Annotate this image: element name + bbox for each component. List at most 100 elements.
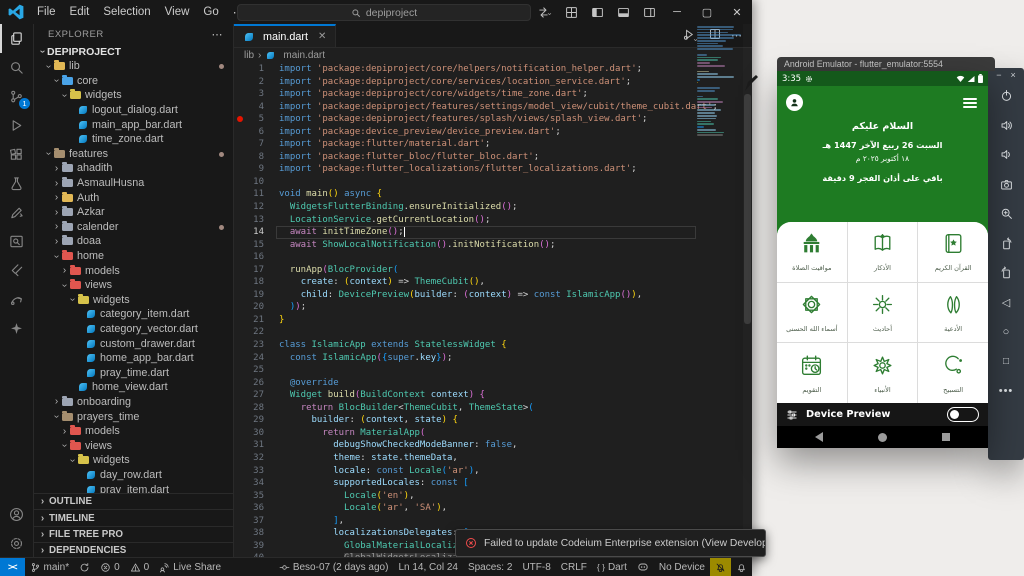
tree-folder[interactable]: ›home — [34, 249, 233, 264]
tab-close-icon[interactable]: ✕ — [318, 31, 326, 42]
tree-folder[interactable]: ›models — [34, 263, 233, 278]
tree-folder[interactable]: ›features — [34, 147, 233, 162]
activity-swoosh-icon[interactable] — [0, 285, 33, 314]
tree-folder[interactable]: ›AsmaulHusna — [34, 176, 233, 191]
activity-testing-icon[interactable] — [0, 169, 33, 198]
editor-scrollbar[interactable] — [743, 24, 752, 558]
statusbar-warn[interactable]: 0 — [125, 558, 155, 576]
statusbar-error[interactable]: 0 — [95, 558, 125, 576]
tree-folder[interactable]: ›widgets — [34, 293, 233, 308]
tree-file[interactable]: time_zone.dart — [34, 132, 233, 147]
code-line[interactable]: 8import 'package:flutter_bloc/flutter_bl… — [234, 151, 752, 164]
code-line[interactable]: 24 const IslamicApp({super.key}); — [234, 352, 752, 365]
activity-account-icon[interactable] — [0, 500, 33, 529]
section-file-tree-pro[interactable]: ›FILE TREE PRO — [34, 526, 233, 542]
panel-zoom-in-icon[interactable] — [1000, 199, 1013, 229]
window-minimize-button[interactable]: ─ — [662, 0, 692, 24]
emulator-window-title[interactable]: Android Emulator - flutter_emulator:5554 — [777, 57, 995, 71]
category-book[interactable]: الأذكار — [848, 222, 918, 282]
avatar[interactable] — [786, 94, 803, 111]
code-line[interactable]: 14 await initTimeZone(); — [234, 226, 752, 239]
section-outline[interactable]: ›OUTLINE — [34, 493, 233, 509]
code-editor[interactable]: 1import 'package:depiproject/core/helper… — [234, 63, 752, 558]
activity-search-icon[interactable] — [0, 53, 33, 82]
device-preview-toggle[interactable] — [947, 407, 979, 422]
statusbar-codeium-off[interactable] — [710, 558, 731, 576]
tree-folder[interactable]: ›ahadith — [34, 161, 233, 176]
breadcrumb[interactable]: lib› main.dart — [234, 47, 752, 63]
tree-file[interactable]: home_view.dart — [34, 380, 233, 395]
toggle-secondary-sidebar-icon[interactable] — [636, 0, 662, 24]
menu-view[interactable]: View — [158, 6, 197, 18]
statusbar-commit[interactable]: Beso-07 (2 days ago) — [274, 558, 394, 576]
panel-overview-icon[interactable]: □ — [1003, 347, 1009, 377]
toggle-sidebar-icon[interactable] — [584, 0, 610, 24]
statusbar-utf-8[interactable]: UTF-8 — [517, 558, 555, 576]
tree-folder[interactable]: ›doaa — [34, 234, 233, 249]
statusbar-spaces-2[interactable]: Spaces: 2 — [463, 558, 517, 576]
statusbar-copilot[interactable] — [632, 558, 654, 576]
code-line[interactable]: 35 Locale('en'), — [234, 490, 752, 503]
code-line[interactable]: 27 Widget build(BuildContext context) { — [234, 389, 752, 402]
code-line[interactable]: 29 builder: (context, state) { — [234, 414, 752, 427]
tree-folder[interactable]: ›views — [34, 438, 233, 453]
code-line[interactable]: 20 )); — [234, 301, 752, 314]
statusbar-no-device[interactable]: No Device — [654, 558, 710, 576]
code-line[interactable]: 30 return MaterialApp( — [234, 427, 752, 440]
category-mosque[interactable]: مواقيت الصلاة — [777, 222, 847, 282]
activity-search-panel-icon[interactable] — [0, 227, 33, 256]
activity-run-debug-icon[interactable] — [0, 111, 33, 140]
code-line[interactable]: 7import 'package:flutter/material.dart'; — [234, 138, 752, 151]
category-tasbih[interactable]: التسبيح — [918, 343, 988, 403]
tree-file[interactable]: main_app_bar.dart — [34, 117, 233, 132]
tree-file[interactable]: category_vector.dart — [34, 322, 233, 337]
remote-indicator[interactable]: >< — [0, 558, 25, 576]
statusbar-ln-14-col-24[interactable]: Ln 14, Col 24 — [393, 558, 463, 576]
explorer-more-icon[interactable]: ⋯ — [212, 28, 224, 41]
code-line[interactable]: 6import 'package:device_preview/device_p… — [234, 126, 752, 139]
activity-settings-icon[interactable] — [0, 529, 33, 558]
panel-vol-up-icon[interactable] — [1000, 111, 1013, 141]
activity-source-control-icon[interactable]: 1 — [0, 82, 33, 111]
open-changes-icon[interactable]: ⌄ — [532, 0, 558, 24]
panel-rotate-left-icon[interactable] — [1000, 229, 1013, 259]
code-line[interactable]: 4import 'package:depiproject/features/se… — [234, 101, 752, 114]
menu-edit[interactable]: Edit — [63, 6, 97, 18]
category-hands[interactable]: الأدعية — [918, 283, 988, 343]
code-line[interactable]: 37 ], — [234, 515, 752, 528]
tree-file[interactable]: day_row.dart — [34, 468, 233, 483]
panel-rotate-right-icon[interactable] — [1000, 258, 1013, 288]
code-line[interactable]: 22 — [234, 326, 752, 339]
code-line[interactable]: 13 LocationService.getCurrentLocation(); — [234, 214, 752, 227]
menu-hamburger-icon[interactable] — [963, 98, 977, 111]
category-star8[interactable]: الأنبياء — [848, 343, 918, 403]
layout-grid-icon[interactable] — [558, 0, 584, 24]
code-line[interactable]: 31 debugShowCheckedModeBanner: false, — [234, 439, 752, 452]
statusbar-liveshare[interactable]: Live Share — [154, 558, 226, 576]
panel-vol-down-icon[interactable] — [1000, 140, 1013, 170]
panel-home-icon[interactable]: ○ — [1003, 317, 1010, 347]
statusbar-crlf[interactable]: CRLF — [556, 558, 592, 576]
tree-folder[interactable]: ›onboarding — [34, 395, 233, 410]
nav-home-button[interactable] — [878, 433, 887, 442]
activity-extensions-icon[interactable] — [0, 140, 33, 169]
tree-file[interactable]: pray_time.dart — [34, 365, 233, 380]
tree-file[interactable]: category_item.dart — [34, 307, 233, 322]
window-maximize-button[interactable]: ▢ — [692, 0, 722, 24]
code-line[interactable]: 23class IslamicApp extends StatelessWidg… — [234, 339, 752, 352]
sliders-icon[interactable] — [786, 409, 798, 421]
code-line[interactable]: 2import 'package:depiproject/core/servic… — [234, 76, 752, 89]
code-line[interactable]: 17 runApp(BlocProvider( — [234, 264, 752, 277]
code-line[interactable]: 21} — [234, 314, 752, 327]
category-calendar[interactable]: التقويم — [777, 343, 847, 403]
code-line[interactable]: 28 return BlocBuilder<ThemeCubit, ThemeS… — [234, 402, 752, 415]
statusbar-branch[interactable]: main* — [25, 558, 75, 576]
code-line[interactable]: 34 supportedLocales: const [ — [234, 477, 752, 490]
section-timeline[interactable]: ›TIMELINE — [34, 509, 233, 525]
category-rosette[interactable]: أسماء الله الحسنى — [777, 283, 847, 343]
minimap[interactable] — [697, 26, 741, 137]
code-line[interactable]: 26 @override — [234, 377, 752, 390]
code-line[interactable]: 18 create: (context) => ThemeCubit(), — [234, 276, 752, 289]
command-center-search[interactable]: depiproject — [237, 4, 531, 21]
activity-flutter-icon[interactable] — [0, 256, 33, 285]
